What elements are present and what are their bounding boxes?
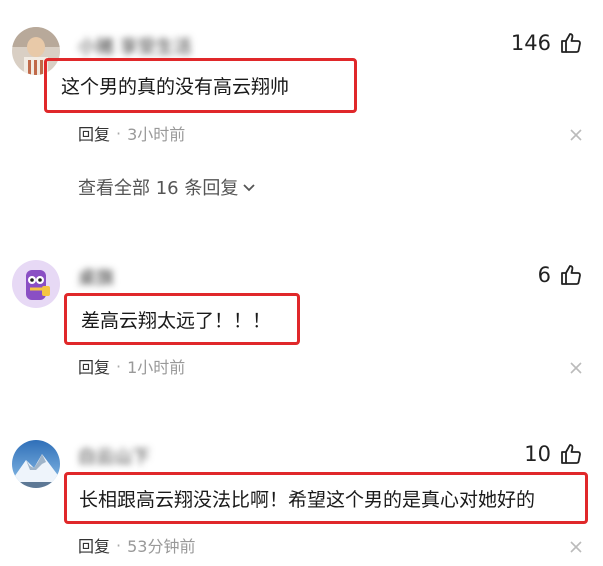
avatar[interactable] (12, 440, 60, 488)
reply-button[interactable]: 回复 (78, 121, 110, 145)
comment-meta: 回复 · 53分钟前 (78, 533, 195, 557)
avatar[interactable] (12, 260, 60, 308)
thumbs-up-icon (561, 265, 581, 285)
expand-replies-label: 查看全部 16 条回复 (78, 178, 239, 199)
meta-separator: · (116, 535, 122, 555)
comment-time: 53分钟前 (127, 537, 196, 556)
comment-text: 长相跟高云翔没法比啊！希望这个男的是真心对她好的 (64, 472, 588, 524)
comment-text-content: 这个男的真的没有高云翔帅 (61, 76, 290, 98)
comment-item: 桌旗 6 差高云翔太远了！！！ 回复 · 1小时前 (0, 250, 603, 400)
close-icon[interactable] (569, 540, 583, 554)
close-icon[interactable] (569, 128, 583, 142)
chevron-down-icon (243, 184, 255, 192)
comment-text-content: 长相跟高云翔没法比啊！希望这个男的是真心对她好的 (79, 488, 536, 511)
thumbs-up-icon (561, 444, 581, 464)
meta-separator: · (116, 123, 122, 143)
comment-item: 小猪 享受生活 146 这个男的真的没有高云翔帅 回复 · 3小时前 查看全部 … (0, 0, 603, 220)
comment-text-content: 差高云翔太远了！！！ (81, 309, 272, 332)
thumbs-up-icon (561, 33, 581, 53)
comment-text: 差高云翔太远了！！！ (64, 293, 300, 345)
comment-time: 1小时前 (127, 358, 186, 377)
meta-separator: · (116, 356, 122, 376)
like-button[interactable]: 146 (511, 31, 583, 55)
reply-button[interactable]: 回复 (78, 354, 110, 378)
comment-author[interactable]: 小猪 享受生活 (78, 33, 192, 59)
like-count: 146 (510, 31, 551, 55)
expand-replies-button[interactable]: 查看全部 16 条回复 (78, 174, 256, 200)
comment-time: 3小时前 (127, 125, 186, 144)
comment-author[interactable]: 白云山下 (78, 443, 150, 469)
like-count: 6 (537, 263, 551, 287)
comment-author[interactable]: 桌旗 (78, 264, 114, 290)
reply-button[interactable]: 回复 (78, 533, 110, 557)
close-icon[interactable] (569, 361, 583, 375)
comment-text: 这个男的真的没有高云翔帅 (44, 58, 357, 113)
like-count: 10 (524, 442, 551, 466)
comment-meta: 回复 · 3小时前 (78, 121, 185, 145)
like-button[interactable]: 6 (538, 263, 583, 287)
like-button[interactable]: 10 (524, 442, 583, 466)
comment-meta: 回复 · 1小时前 (78, 354, 185, 378)
comment-item: 白云山下 10 长相跟高云翔没法比啊！希望这个男的是真心对她好的 回复 · 53… (0, 430, 603, 566)
